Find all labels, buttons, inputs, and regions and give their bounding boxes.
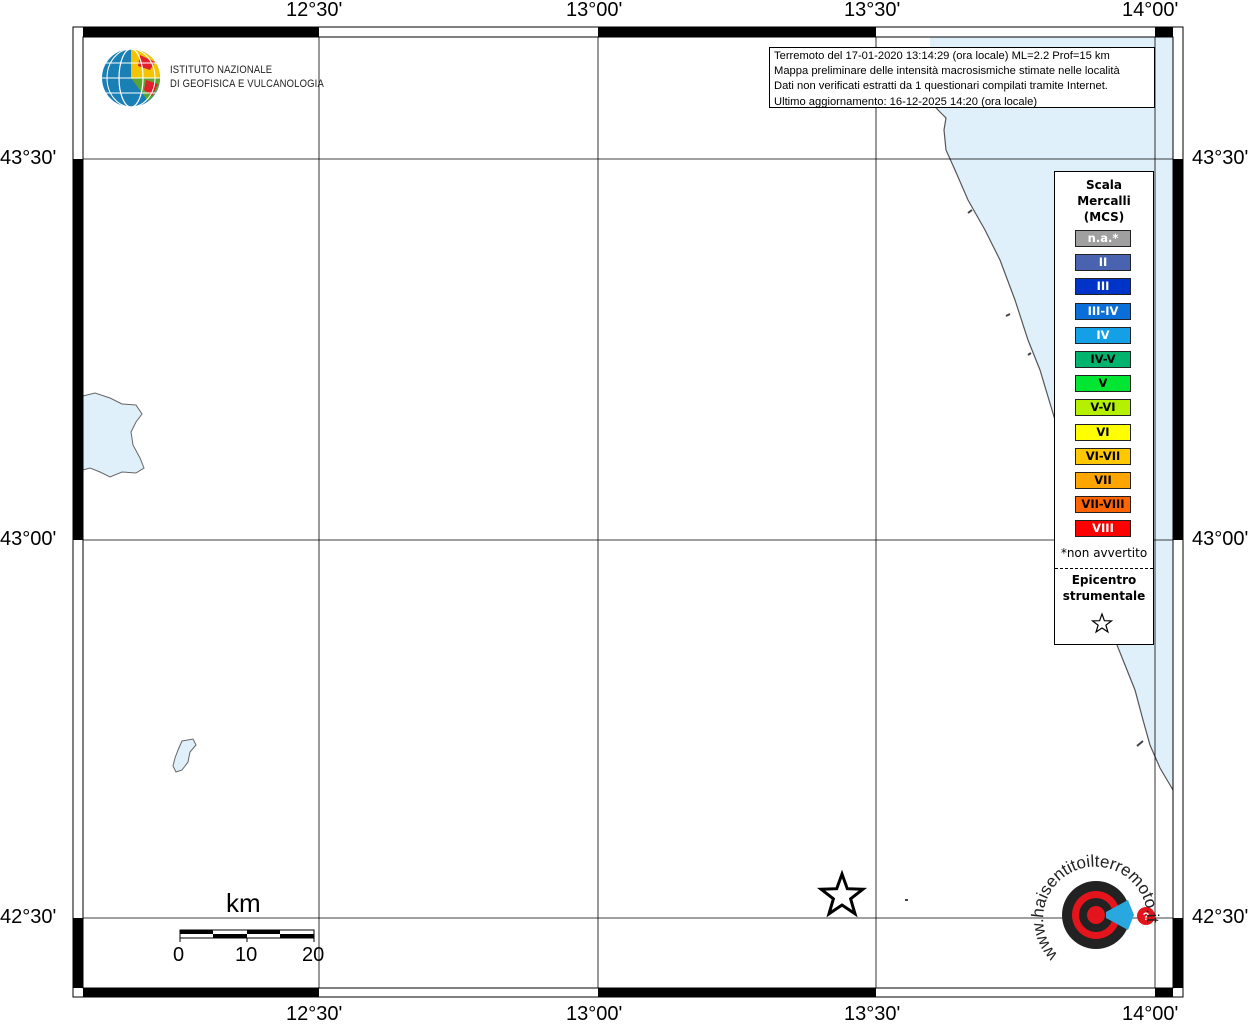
epicenter-star-icon [816, 869, 868, 918]
legend-swatch: V-VI [1075, 399, 1131, 417]
scale-tick-0: 0 [173, 944, 185, 966]
legend-swatch: VI [1075, 423, 1131, 441]
event-info-box: Terremoto del 17-01-2020 13:14:29 (ora l… [769, 47, 1155, 108]
lake-small [172, 738, 197, 773]
lon-label-top-4: 14°00' [1122, 0, 1179, 21]
ingv-logo-text: ISTITUTO NAZIONALE DI GEOFISICA E VULCAN… [170, 63, 324, 91]
legend-swatch: VI-VII [1075, 447, 1131, 465]
legend-epicenter-label: Epicentro strumentale [1055, 572, 1153, 604]
legend-swatch: III [1075, 278, 1131, 296]
lon-label-top-1: 12°30' [286, 0, 343, 21]
legend-swatch: VIII [1075, 520, 1131, 538]
legend-swatch: VII [1075, 472, 1131, 489]
lon-label-bottom-2: 13°00' [566, 1003, 623, 1025]
lat-label-right-2: 43°00' [1192, 528, 1249, 550]
event-info-line1: Terremoto del 17-01-2020 13:14:29 (ora l… [774, 50, 1110, 62]
ingv-logo-line2: DI GEOFISICA E VULCANOLOGIA [170, 78, 324, 90]
lon-label-top-3: 13°30' [844, 0, 901, 21]
legend-swatch: IV-V [1075, 351, 1131, 368]
event-info-line2: Mappa preliminare delle intensità macros… [774, 65, 1120, 78]
mcs-legend: Scala Mercalli (MCS) n.a.* II III III-IV IV I… [1054, 171, 1154, 645]
legend-title-line2: Mercalli [1077, 194, 1131, 208]
legend-swatch: IV [1075, 326, 1131, 344]
legend-title-line1: Scala [1085, 178, 1123, 192]
scale-tick-20: 20 [302, 944, 325, 966]
lat-label-left-3: 42°30' [0, 906, 57, 928]
site-target-logo-icon: ? www.haisentitoilterremoto.it [1028, 852, 1162, 966]
legend-swatch: V [1075, 375, 1131, 393]
legend-epicenter-line2: strumentale [1062, 589, 1146, 603]
legend-title: Scala Mercalli (MCS) [1055, 177, 1153, 225]
legend-swatch: II [1075, 254, 1131, 272]
lon-label-bottom-3: 13°30' [844, 1003, 901, 1025]
lat-label-left-1: 43°30' [0, 147, 57, 169]
ingv-globe-logo-icon [102, 48, 160, 108]
legend-swatch: VII-VIII [1075, 496, 1131, 514]
legend-star-icon [1090, 612, 1114, 634]
legend-swatch: III-IV [1075, 302, 1131, 320]
event-info-line4: Ultimo aggiornamento: 16-12-2025 14:20 (… [774, 95, 1038, 108]
ingv-logo-line1: ISTITUTO NAZIONALE [170, 64, 273, 76]
event-info-line3: Dati non verificati estratti da 1 questi… [774, 80, 1108, 93]
scale-unit-label: km [226, 888, 261, 918]
legend-title-line3: (MCS) [1083, 210, 1125, 224]
lat-label-right-1: 43°30' [1192, 147, 1249, 169]
legend-note: *non avvertito [1060, 546, 1148, 560]
legend-epicenter-line1: Epicentro [1071, 573, 1137, 587]
lat-label-left-2: 43°00' [0, 528, 57, 550]
lake-west [82, 392, 145, 478]
legend-divider [1055, 568, 1153, 569]
legend-swatch: n.a.* [1075, 230, 1131, 247]
scale-bar [179, 929, 315, 942]
lon-label-top-2: 13°00' [566, 0, 623, 21]
lon-label-bottom-4: 14°00' [1122, 1003, 1179, 1025]
scale-tick-10: 10 [235, 944, 258, 966]
lat-label-right-3: 42°30' [1192, 906, 1249, 928]
lon-label-bottom-1: 12°30' [286, 1003, 343, 1025]
